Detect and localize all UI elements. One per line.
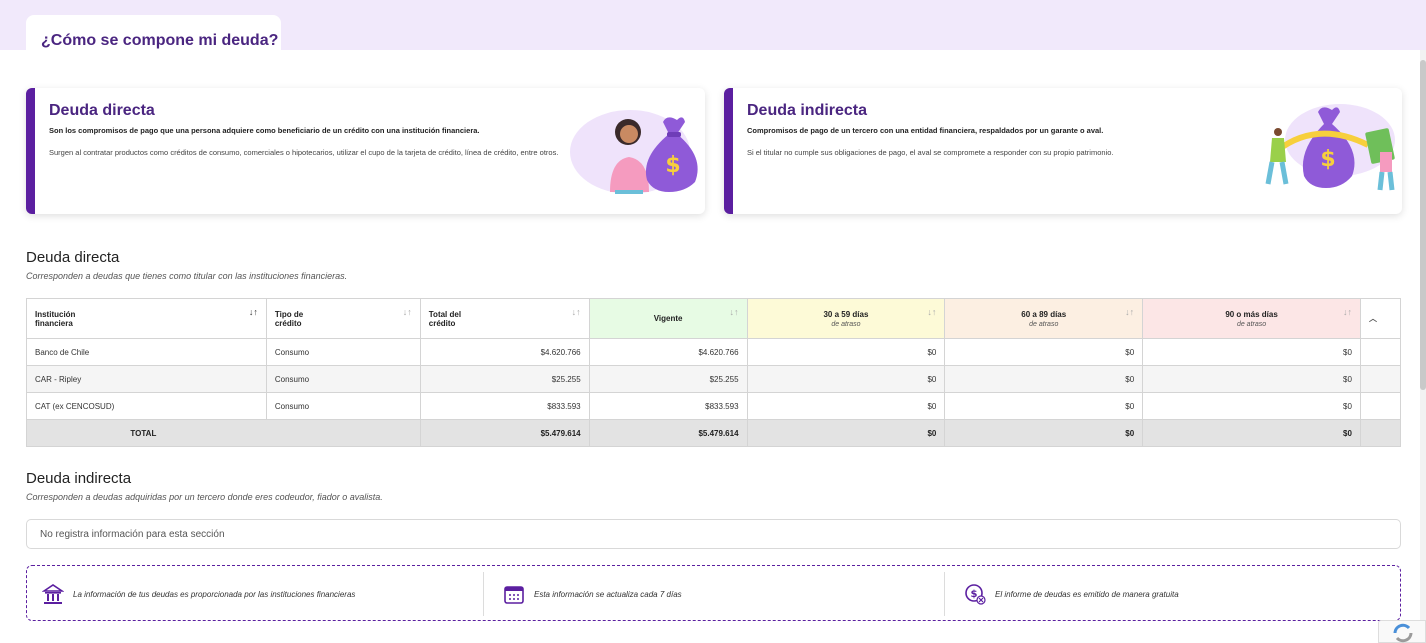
cell-type: Consumo xyxy=(265,338,421,366)
col-vigente-label: Vigente xyxy=(653,314,683,323)
cell-60-89: $0 xyxy=(944,365,1144,393)
sort-icon[interactable]: ↓↑ xyxy=(249,307,258,317)
card-description: Surgen al contratar productos como crédi… xyxy=(49,148,559,157)
total-vigente: $5.479.614 xyxy=(588,419,748,447)
total-30-59: $0 xyxy=(746,419,946,447)
collapse-button[interactable]: ︿ xyxy=(1359,298,1402,339)
col-90-plus-label: 90 o más días xyxy=(1225,309,1278,319)
info-item: $ El informe de deudas es emitido de man… xyxy=(963,572,1179,616)
col-60-89[interactable]: 60 a 89 días de atraso ↓↑ xyxy=(944,298,1144,339)
col-60-89-label: 60 a 89 días xyxy=(1021,309,1067,319)
col-type[interactable]: Tipo de crédito ↓↑ xyxy=(265,298,421,339)
indirect-empty-message: No registra información para esta secció… xyxy=(26,519,1401,549)
col-institution[interactable]: Institución financiera ↓↑ xyxy=(26,298,267,339)
cell-institution: CAT (ex CENCOSUD) xyxy=(26,392,267,420)
table-row: CAR - Ripley Consumo $25.255 $25.255 $0 … xyxy=(26,365,1402,393)
card-deuda-indirecta: Deuda indirecta Compromisos de pago de u… xyxy=(724,88,1402,214)
scrollbar-thumb[interactable] xyxy=(1420,60,1426,390)
direct-section-title: Deuda directa xyxy=(26,249,120,266)
col-type-label: Tipo de crédito xyxy=(274,309,304,328)
col-institution-label: Institución financiera xyxy=(35,309,76,328)
cell-institution: Banco de Chile xyxy=(26,338,267,366)
sort-icon[interactable]: ↓↑ xyxy=(572,307,581,317)
table-row: CAT (ex CENCOSUD) Consumo $833.593 $833.… xyxy=(26,392,1402,420)
chevron-up-icon: ︿ xyxy=(1368,314,1377,323)
table-header-row: Institución financiera ↓↑ Tipo de crédito… xyxy=(26,298,1402,339)
sort-icon[interactable]: ↓↑ xyxy=(927,307,936,317)
money-bag-woman-illustration: $ xyxy=(570,110,698,194)
cell-vigente: $833.593 xyxy=(588,392,748,420)
cell-30-59: $0 xyxy=(746,392,946,420)
col-late-label: de atraso xyxy=(1236,320,1267,328)
cell-institution: CAR - Ripley xyxy=(26,365,267,393)
info-bar: La información de tus deudas es proporci… xyxy=(26,565,1401,621)
card-lead: Compromisos de pago de un tercero con un… xyxy=(747,126,1104,135)
col-vigente[interactable]: Vigente ↓↑ xyxy=(588,298,748,339)
cell-vigente: $4.620.766 xyxy=(588,338,748,366)
svg-text:$: $ xyxy=(1320,147,1335,172)
col-30-59[interactable]: 30 a 59 días de atraso ↓↑ xyxy=(746,298,946,339)
info-text: La información de tus deudas es proporci… xyxy=(73,589,356,599)
col-total-label: Total del crédito xyxy=(428,309,462,328)
recaptcha-icon xyxy=(1393,623,1413,643)
total-90-plus: $0 xyxy=(1142,419,1361,447)
recaptcha-badge[interactable] xyxy=(1378,620,1426,643)
info-text: Esta información se actualiza cada 7 día… xyxy=(534,589,682,599)
table-row: Banco de Chile Consumo $4.620.766 $4.620… xyxy=(26,338,1402,366)
sort-icon[interactable]: ↓↑ xyxy=(1125,307,1134,317)
info-item: Esta información se actualiza cada 7 día… xyxy=(502,572,682,616)
cell-30-59: $0 xyxy=(746,338,946,366)
col-90-plus[interactable]: 90 o más días de atraso ↓↑ xyxy=(1142,298,1361,339)
scrollbar[interactable] xyxy=(1420,50,1426,643)
cell-vigente: $25.255 xyxy=(588,365,748,393)
cell-60-89: $0 xyxy=(944,338,1144,366)
divider xyxy=(944,572,945,616)
card-title: Deuda directa xyxy=(49,102,155,119)
indirect-section-subtitle: Corresponden a deudas adquiridas por un … xyxy=(26,492,383,502)
svg-text:$: $ xyxy=(971,589,978,600)
free-coin-icon: $ xyxy=(963,582,987,606)
cell-total: $833.593 xyxy=(419,392,590,420)
money-bag-people-illustration: $ xyxy=(1265,104,1395,191)
sort-icon[interactable]: ↓↑ xyxy=(403,307,412,317)
col-late-label: de atraso xyxy=(1029,320,1059,328)
col-30-59-label: 30 a 59 días xyxy=(823,309,869,319)
title-tab: ¿Cómo se compone mi deuda? xyxy=(26,15,281,50)
bank-icon xyxy=(41,582,65,606)
cell-total: $4.620.766 xyxy=(419,338,590,366)
indirect-section-title: Deuda indirecta xyxy=(26,470,132,487)
page-title: ¿Cómo se compone mi deuda? xyxy=(41,32,279,49)
sort-icon[interactable]: ↓↑ xyxy=(1343,307,1352,317)
cell-90-plus: $0 xyxy=(1142,392,1361,420)
cell-empty xyxy=(1359,338,1402,366)
cell-90-plus: $0 xyxy=(1142,365,1361,393)
divider xyxy=(483,572,484,616)
calendar-icon xyxy=(502,582,526,606)
card-lead: Son los compromisos de pago que una pers… xyxy=(49,126,480,135)
cell-90-plus: $0 xyxy=(1142,338,1361,366)
card-title: Deuda indirecta xyxy=(747,102,868,119)
direct-section-subtitle: Corresponden a deudas que tienes como ti… xyxy=(26,271,348,281)
cell-empty xyxy=(1359,392,1402,420)
cell-30-59: $0 xyxy=(746,365,946,393)
info-text: El informe de deudas es emitido de maner… xyxy=(995,589,1179,599)
sort-icon[interactable]: ↓↑ xyxy=(730,307,739,317)
col-late-label: de atraso xyxy=(831,320,861,328)
cell-type: Consumo xyxy=(265,392,421,420)
cell-total: $25.255 xyxy=(419,365,590,393)
table-total-row: TOTAL $5.479.614 $5.479.614 $0 $0 $0 xyxy=(26,419,1402,447)
cell-type: Consumo xyxy=(265,365,421,393)
col-total[interactable]: Total del crédito ↓↑ xyxy=(419,298,590,339)
direct-debt-table: Institución financiera ↓↑ Tipo de crédito… xyxy=(26,298,1402,447)
info-item: La información de tus deudas es proporci… xyxy=(41,572,355,616)
svg-text:$: $ xyxy=(665,153,680,178)
cell-60-89: $0 xyxy=(944,392,1144,420)
total-label: TOTAL xyxy=(26,419,421,447)
total-total: $5.479.614 xyxy=(419,419,590,447)
cell-empty xyxy=(1359,419,1402,447)
cell-empty xyxy=(1359,365,1402,393)
card-description: Si el titular no cumple sus obligaciones… xyxy=(747,148,1114,157)
total-60-89: $0 xyxy=(944,419,1144,447)
card-deuda-directa: Deuda directa Son los compromisos de pag… xyxy=(26,88,705,214)
